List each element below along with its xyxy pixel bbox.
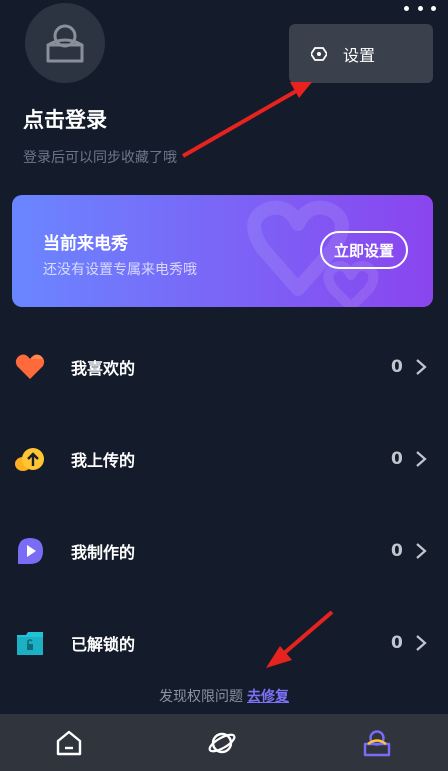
- permission-notice: 发现权限问题 去修复: [0, 686, 448, 706]
- profile-icon[interactable]: [362, 728, 392, 758]
- set-now-button[interactable]: 立即设置: [320, 231, 408, 269]
- list-item-label: 我制作的: [71, 543, 136, 562]
- chevron-right-icon: [416, 543, 427, 559]
- list-item-made[interactable]: 我制作的 0: [0, 521, 448, 581]
- home-icon[interactable]: [54, 728, 84, 758]
- ringtone-show-banner[interactable]: 当前来电秀 还没有设置专属来电秀哦 立即设置: [12, 195, 433, 307]
- bottom-tab-bar: [0, 714, 448, 771]
- list-item-label: 我上传的: [71, 451, 136, 470]
- list-item-count: 0: [391, 633, 403, 653]
- chevron-right-icon: [416, 635, 427, 651]
- chevron-right-icon: [416, 451, 427, 467]
- avatar[interactable]: [25, 3, 105, 83]
- planet-icon[interactable]: [207, 728, 237, 758]
- settings-popup-menu: 设置: [289, 24, 433, 83]
- list-item-label: 我喜欢的: [71, 359, 136, 378]
- list-item-liked[interactable]: 我喜欢的 0: [0, 337, 448, 397]
- list-item-count: 0: [391, 357, 403, 377]
- unlocked-folder-icon: [17, 632, 43, 655]
- fix-permission-link[interactable]: 去修复: [247, 689, 289, 705]
- list-item-count: 0: [391, 449, 403, 469]
- user-avatar-icon: [46, 24, 84, 63]
- list-item-unlocked[interactable]: 已解锁的 0: [0, 613, 448, 673]
- popup-item-label: 设置: [343, 45, 376, 65]
- list-item-uploaded[interactable]: 我上传的 0: [0, 429, 448, 489]
- banner-subtitle: 还没有设置专属来电秀哦: [43, 262, 197, 278]
- heart-icon: [15, 354, 45, 379]
- login-subtitle: 登录后可以同步收藏了哦: [23, 150, 177, 166]
- popup-item-settings[interactable]: 设置: [289, 42, 375, 66]
- login-title[interactable]: 点击登录: [23, 104, 107, 134]
- list-item-count: 0: [391, 541, 403, 561]
- settings-gear-icon: [311, 46, 327, 61]
- more-dots-icon: [404, 6, 409, 11]
- chevron-right-icon: [416, 359, 427, 375]
- permission-notice-text: 发现权限问题: [159, 689, 243, 705]
- more-menu-button[interactable]: [404, 6, 436, 22]
- cloud-upload-icon: [15, 448, 44, 471]
- banner-title: 当前来电秀: [43, 234, 128, 254]
- play-chat-icon: [18, 538, 43, 564]
- list-item-label: 已解锁的: [71, 635, 136, 654]
